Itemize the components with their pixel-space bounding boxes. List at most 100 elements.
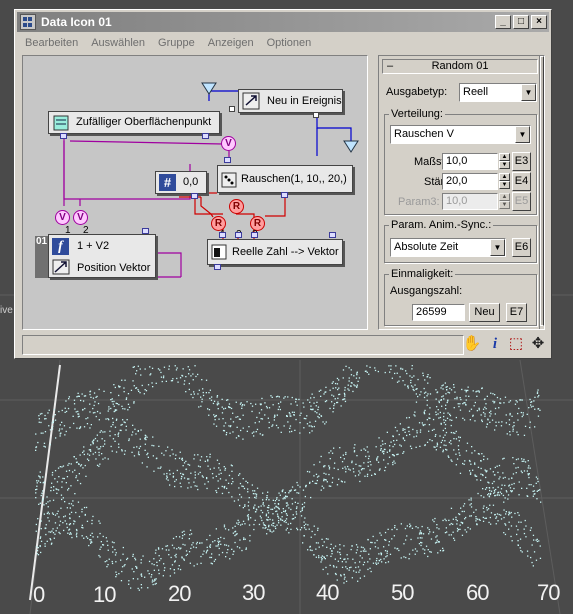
param3-label: Param3:	[398, 196, 440, 208]
menu-bar: Bearbeiten Auswählen Gruppe Anzeigen Opt…	[17, 34, 549, 52]
panel-scroll-thumb[interactable]	[540, 56, 544, 326]
axis-number-70: 70	[537, 580, 561, 605]
rollout-title: Random 01	[431, 60, 489, 72]
input-port-convert-2[interactable]	[235, 232, 242, 238]
output-port-constant[interactable]	[191, 193, 198, 199]
port-v-func-1[interactable]: V	[55, 210, 70, 225]
real-to-vector-label: Reelle Zahl --> Vektor	[232, 246, 339, 258]
move-icon[interactable]: ✥	[528, 334, 548, 354]
seed-field[interactable]: 26599	[412, 304, 465, 321]
anim-sync-dropdown[interactable]: Absolute Zeit ▼	[390, 238, 506, 257]
menu-gruppe[interactable]: Gruppe	[150, 37, 200, 49]
param3-spinner: ▲ ▼	[499, 193, 510, 210]
surface-point-label: Zufälliger Oberflächenpunkt	[76, 116, 212, 128]
input-port-convert-top[interactable]	[329, 232, 336, 238]
node-graph-canvas[interactable]: Zufälliger Oberflächenpunkt Neu in Ereig…	[22, 55, 368, 330]
output-port-surface-1[interactable]	[60, 133, 67, 139]
input-port-function[interactable]	[142, 228, 149, 234]
function-icon: f	[52, 238, 69, 255]
region-select-icon[interactable]: ⬚	[506, 334, 526, 354]
particle-cloud	[35, 365, 542, 591]
port-v-func-2[interactable]: V	[73, 210, 88, 225]
output-type-label: Ausgabetyp:	[386, 86, 448, 98]
function-output-label: Position Vektor	[77, 262, 151, 274]
data-icon-window: Data Icon 01 _ □ × Bearbeiten Auswählen …	[14, 9, 552, 359]
maximize-button[interactable]: □	[513, 15, 529, 29]
output-port-surface-2[interactable]	[202, 133, 209, 139]
function-expression: 1 + V2	[77, 240, 110, 252]
scale-spinner[interactable]: ▲ ▼	[499, 153, 510, 170]
param3-field: 10,0	[442, 193, 498, 210]
output-port-event[interactable]	[313, 112, 319, 118]
chevron-down-icon: ▼	[490, 239, 505, 256]
position-vector-icon	[52, 259, 70, 275]
info-icon[interactable]: i	[485, 334, 505, 354]
scale-field[interactable]: 10,0	[442, 153, 498, 170]
output-port-surface[interactable]	[229, 106, 235, 112]
menu-anzeigen[interactable]: Anzeigen	[200, 37, 259, 49]
new-seed-button[interactable]: Neu	[469, 303, 500, 322]
anim-sync-value: Absolute Zeit	[394, 241, 459, 253]
node-noise[interactable]: Rauschen(1, 10,, 20,)	[217, 165, 353, 193]
triangle-input-icon-1[interactable]	[201, 82, 217, 95]
new-event-label: Neu in Ereignis	[267, 95, 342, 107]
port-r-1[interactable]: R	[229, 199, 244, 214]
scale-wire-button-e3[interactable]: E3	[512, 152, 531, 171]
minimize-button[interactable]: _	[495, 15, 511, 29]
window-app-icon	[20, 14, 36, 30]
port-v-noise[interactable]: V	[221, 136, 236, 151]
input-port-convert-3[interactable]	[251, 232, 258, 238]
strength-spinner[interactable]: ▲ ▼	[499, 173, 510, 190]
hash-icon: #	[159, 174, 176, 191]
constant-label: 0,0	[183, 176, 199, 188]
uniqueness-title: Einmaligkeit:	[389, 268, 456, 280]
seed-wire-button-e7[interactable]: E7	[506, 303, 527, 322]
distribution-dropdown[interactable]: Rauschen V ▼	[390, 125, 531, 144]
axis-number-50: 50	[391, 580, 415, 605]
output-type-dropdown[interactable]: Reell ▼	[459, 83, 537, 102]
axis-number-40: 40	[316, 580, 340, 605]
rollout-header-random[interactable]: – Random 01	[382, 59, 538, 74]
triangle-input-icon-2[interactable]	[343, 140, 359, 153]
uniqueness-group: Einmaligkeit: Ausgangszahl: 26599 Neu E7	[384, 268, 537, 326]
hand-icon[interactable]: ✋	[462, 334, 482, 354]
axis-number-20: 20	[168, 581, 192, 606]
anim-sync-group: Param. Anim.-Sync.: Absolute Zeit ▼ E6	[384, 219, 537, 263]
node-constant[interactable]: # 0,0	[155, 171, 207, 194]
dice-icon	[221, 172, 237, 188]
rollout-collapse-icon: –	[387, 60, 394, 72]
node-new-event[interactable]: Neu in Ereignis	[238, 89, 343, 113]
function-index-badge: 01	[35, 236, 48, 278]
distribution-value: Rauschen V	[394, 128, 454, 140]
strength-field[interactable]: 20,0	[442, 173, 498, 190]
event-icon	[242, 92, 260, 110]
noise-label: Rauschen(1, 10,, 20,)	[241, 173, 347, 185]
menu-optionen[interactable]: Optionen	[259, 37, 317, 49]
seed-label: Ausgangszahl:	[390, 285, 463, 297]
param3-wire-button-e5: E5	[512, 192, 531, 211]
node-real-to-vector[interactable]: Reelle Zahl --> Vektor	[207, 239, 343, 265]
window-title: Data Icon 01	[41, 15, 112, 29]
panel-scrollbar[interactable]	[539, 56, 544, 329]
title-bar[interactable]: Data Icon 01 _ □ ×	[17, 12, 549, 32]
sync-wire-button-e6[interactable]: E6	[512, 238, 531, 257]
strength-wire-button-e4[interactable]: E4	[512, 172, 531, 191]
output-port-convert[interactable]	[214, 264, 221, 270]
anim-sync-title: Param. Anim.-Sync.:	[389, 219, 494, 231]
close-button[interactable]: ×	[531, 15, 547, 29]
input-port-convert-1[interactable]	[219, 232, 226, 238]
viewport-label: ive	[0, 305, 13, 316]
output-port-noise[interactable]	[281, 192, 288, 198]
output-type-value: Reell	[463, 86, 489, 98]
menu-auswaehlen[interactable]: Auswählen	[83, 37, 150, 49]
input-port-noise[interactable]	[224, 157, 231, 163]
axis-number-10: 10	[93, 582, 117, 607]
menu-bearbeiten[interactable]: Bearbeiten	[17, 37, 83, 49]
axis-number-30: 30	[242, 580, 266, 605]
chevron-down-icon: ▼	[521, 84, 536, 101]
axis-number-0: 0	[33, 582, 45, 607]
parameter-panel: – Random 01 Ausgabetyp: Reell ▼ Verteilu…	[378, 55, 545, 330]
distribution-group: Verteilung: Rauschen V ▼ Maßstab: 10,0 ▲…	[384, 108, 537, 215]
node-surface-point[interactable]: Zufälliger Oberflächenpunkt	[48, 106, 235, 134]
node-function[interactable]: f 1 + V2 Position Vektor	[48, 234, 156, 278]
